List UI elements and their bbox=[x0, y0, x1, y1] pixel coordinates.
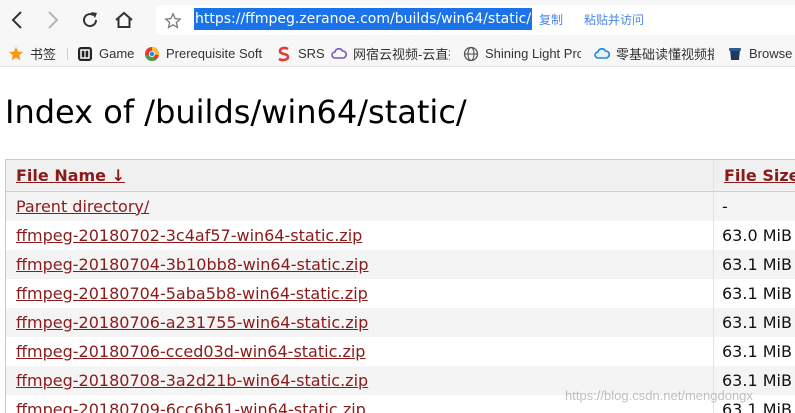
chrome-icon bbox=[144, 46, 160, 62]
cloud-icon bbox=[594, 46, 610, 62]
bucket-icon bbox=[727, 46, 743, 62]
bookmark-separator bbox=[67, 48, 68, 60]
table-row: ffmpeg-20180706-a231755-win64-static.zip… bbox=[6, 308, 795, 337]
file-size-cell: 63.1 MiB bbox=[714, 337, 795, 366]
file-listing-table: File Name ↓ File Size Parent directory/ … bbox=[5, 159, 795, 413]
file-size-cell: 63.1 MiB bbox=[714, 308, 795, 337]
game-icon bbox=[77, 46, 93, 62]
bookmark-item-shining-light[interactable]: Shining Light Pro bbox=[463, 44, 581, 63]
bookmark-item-shuqian[interactable]: 书签 bbox=[8, 44, 64, 63]
home-icon bbox=[115, 11, 133, 28]
file-size-cell: 63.0 MiB bbox=[714, 221, 795, 250]
column-header-file-size: File Size bbox=[714, 160, 795, 192]
bookmark-label: 零基础读懂视频播 bbox=[616, 47, 714, 62]
table-row: ffmpeg-20180706-cced03d-win64-static.zip… bbox=[6, 337, 795, 366]
table-header-row: File Name ↓ File Size bbox=[6, 160, 795, 192]
file-link[interactable]: ffmpeg-20180702-3c4af57-win64-static.zip bbox=[16, 226, 362, 245]
sort-by-size-link[interactable]: File Size bbox=[724, 166, 795, 185]
watermark: https://blog.csdn.net/mengdongx bbox=[565, 388, 753, 403]
srs-icon bbox=[276, 46, 292, 62]
table-row: ffmpeg-20180704-5aba5b8-win64-static.zip… bbox=[6, 279, 795, 308]
file-size-cell: 63.1 MiB bbox=[714, 279, 795, 308]
bookmark-item-srs[interactable]: SRS bbox=[276, 44, 324, 63]
bookmarks-bar: 书签 Game Prerequisite Soft SRS 网宿云视频-云直播 … bbox=[0, 40, 795, 67]
back-button[interactable] bbox=[4, 6, 32, 34]
page-title: Index of /builds/win64/static/ bbox=[5, 93, 467, 131]
table-row: ffmpeg-20180704-3b10bb8-win64-static.zip… bbox=[6, 250, 795, 279]
browser-toolbar: https://ffmpeg.zeranoe.com/builds/win64/… bbox=[0, 0, 795, 40]
file-name-cell: ffmpeg-20180704-5aba5b8-win64-static.zip bbox=[6, 279, 714, 308]
table-row: ffmpeg-20180702-3c4af57-win64-static.zip… bbox=[6, 221, 795, 250]
file-name-cell: ffmpeg-20180704-3b10bb8-win64-static.zip bbox=[6, 250, 714, 279]
bookmark-label: SRS bbox=[298, 46, 324, 61]
forward-button[interactable] bbox=[38, 6, 66, 34]
file-link[interactable]: ffmpeg-20180704-5aba5b8-win64-static.zip bbox=[16, 284, 368, 303]
bookmark-label: Prerequisite Soft bbox=[166, 46, 262, 61]
file-size-cell: 63.1 MiB bbox=[714, 250, 795, 279]
url-text[interactable]: https://ffmpeg.zeranoe.com/builds/win64/… bbox=[194, 8, 533, 30]
file-link[interactable]: ffmpeg-20180704-3b10bb8-win64-static.zip bbox=[16, 255, 369, 274]
address-bar[interactable]: https://ffmpeg.zeranoe.com/builds/win64/… bbox=[156, 5, 795, 35]
reload-button[interactable] bbox=[76, 6, 104, 34]
file-name-cell: Parent directory/ bbox=[6, 192, 714, 221]
bookmark-item-game[interactable]: Game bbox=[77, 44, 137, 63]
file-link[interactable]: ffmpeg-20180709-6cc6b61-win64-static.zip bbox=[16, 400, 366, 413]
file-size-cell: - bbox=[714, 192, 795, 221]
bookmark-item-wangsu[interactable]: 网宿云视频-云直播 bbox=[331, 44, 450, 63]
star-icon bbox=[8, 46, 24, 62]
bookmark-label: Shining Light Pro bbox=[485, 46, 581, 61]
file-link[interactable]: ffmpeg-20180706-cced03d-win64-static.zip bbox=[16, 342, 365, 361]
copy-button[interactable]: 复制 bbox=[539, 12, 563, 28]
chevron-left-icon bbox=[11, 11, 22, 29]
table-row: Parent directory/ - bbox=[6, 192, 795, 221]
bookmark-label: Game bbox=[99, 46, 135, 61]
home-button[interactable] bbox=[110, 6, 138, 34]
bookmark-star-icon[interactable] bbox=[164, 12, 182, 30]
bookmark-label: Browse bbox=[749, 46, 793, 61]
bookmark-label: 书签 bbox=[30, 47, 57, 62]
parent-directory-link[interactable]: Parent directory/ bbox=[16, 197, 149, 216]
cloud-icon bbox=[331, 46, 347, 62]
sort-by-name-link[interactable]: File Name ↓ bbox=[16, 166, 125, 185]
column-header-file-name: File Name ↓ bbox=[6, 160, 714, 192]
bookmark-item-prerequisite[interactable]: Prerequisite Soft bbox=[144, 44, 262, 63]
file-name-cell: ffmpeg-20180706-a231755-win64-static.zip bbox=[6, 308, 714, 337]
reload-icon bbox=[83, 12, 98, 28]
file-name-cell: ffmpeg-20180706-cced03d-win64-static.zip bbox=[6, 337, 714, 366]
bookmark-label: 网宿云视频-云直播 bbox=[353, 47, 450, 62]
file-name-cell: ffmpeg-20180702-3c4af57-win64-static.zip bbox=[6, 221, 714, 250]
paste-and-go-button[interactable]: 粘贴并访问 bbox=[584, 12, 644, 28]
bookmark-item-browse[interactable]: Browse bbox=[727, 44, 795, 63]
globe-icon bbox=[463, 46, 479, 62]
bookmark-item-video-basics[interactable]: 零基础读懂视频播 bbox=[594, 44, 714, 63]
file-link[interactable]: ffmpeg-20180706-a231755-win64-static.zip bbox=[16, 313, 368, 332]
file-link[interactable]: ffmpeg-20180708-3a2d21b-win64-static.zip bbox=[16, 371, 368, 390]
chevron-right-icon bbox=[48, 11, 59, 29]
